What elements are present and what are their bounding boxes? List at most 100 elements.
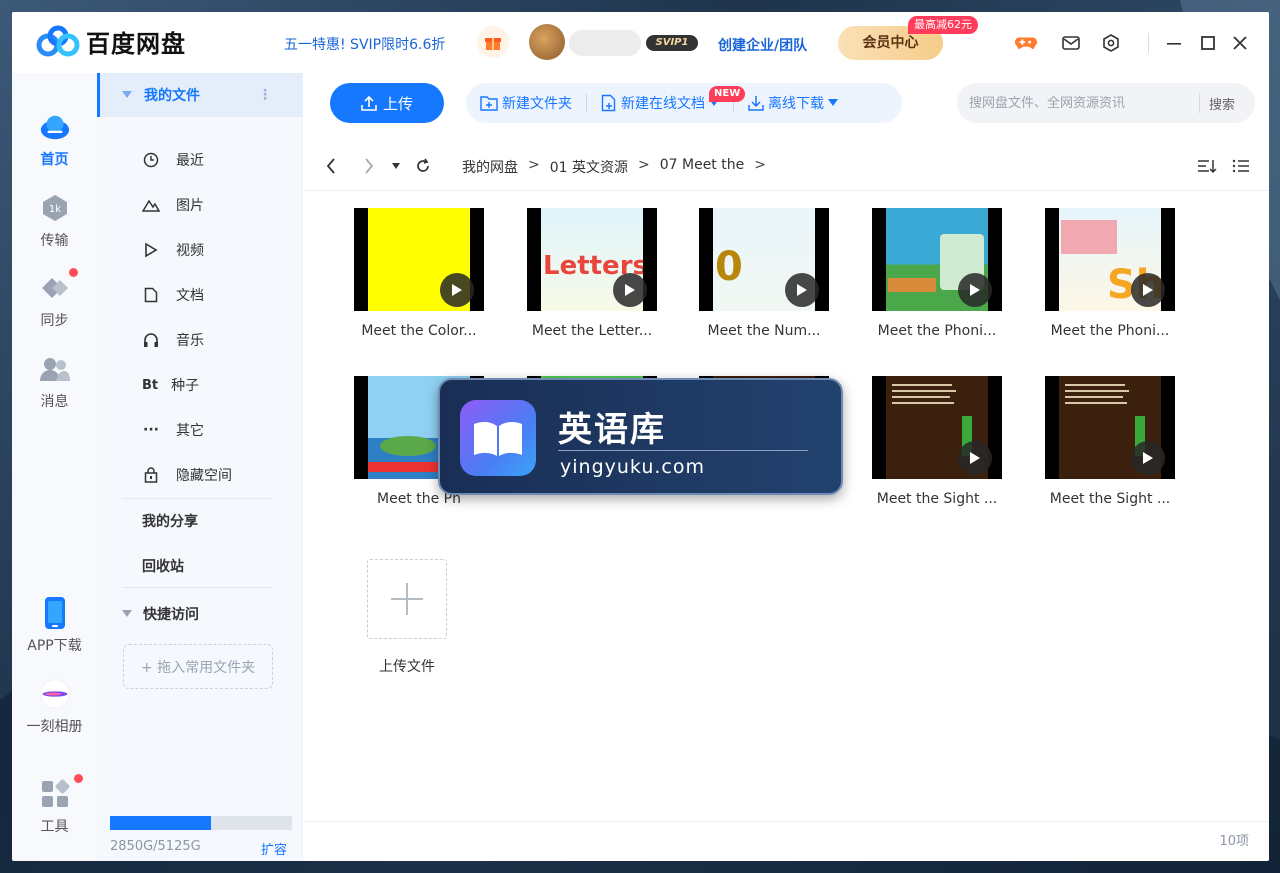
upload-file-tile[interactable] bbox=[367, 559, 447, 639]
sidebar-recycle-bin[interactable]: 回收站 bbox=[97, 544, 302, 588]
back-icon[interactable] bbox=[320, 155, 342, 177]
sidebar-item-label: 文档 bbox=[176, 288, 204, 304]
breadcrumb-separator: > bbox=[528, 157, 540, 173]
mail-icon[interactable] bbox=[1060, 32, 1082, 54]
offline-download-button[interactable]: 离线下载 bbox=[734, 83, 852, 123]
play-icon bbox=[958, 441, 992, 475]
new-folder-button[interactable]: 新建文件夹 bbox=[466, 83, 586, 123]
tools-icon bbox=[39, 778, 71, 810]
upload-button[interactable]: 上传 bbox=[330, 83, 444, 123]
username-redacted bbox=[569, 30, 641, 56]
sidebar-item-label: 视频 bbox=[176, 243, 204, 259]
search-input[interactable] bbox=[969, 95, 1199, 111]
breadcrumb-separator: > bbox=[754, 157, 766, 173]
expand-storage-link[interactable]: 扩容 bbox=[261, 839, 287, 858]
rail-album-label: 一刻相册 bbox=[26, 719, 83, 735]
maximize-icon[interactable] bbox=[1197, 32, 1219, 54]
game-icon[interactable] bbox=[1015, 32, 1037, 54]
more-icon: ··· bbox=[143, 422, 159, 438]
left-rail: 首页 1k 传输 同步 消息 APP下载 一刻相册 工具 bbox=[12, 73, 97, 861]
sidebar-item-label: 其它 bbox=[176, 423, 204, 439]
history-dropdown-icon[interactable] bbox=[389, 155, 403, 177]
upload-button-label: 上传 bbox=[382, 94, 413, 113]
rail-home[interactable]: 首页 bbox=[12, 111, 97, 169]
sidebar-item-videos[interactable]: 视频 bbox=[97, 230, 302, 270]
sidebar-item-music[interactable]: 音乐 bbox=[97, 320, 302, 360]
minimize-icon[interactable] bbox=[1163, 32, 1185, 54]
sidebar-item-label: 隐藏空间 bbox=[176, 468, 232, 484]
offline-download-label: 离线下载 bbox=[768, 96, 824, 112]
rail-album[interactable]: 一刻相册 bbox=[12, 678, 97, 736]
rail-tools[interactable]: 工具 bbox=[12, 778, 97, 836]
upload-icon bbox=[361, 95, 377, 111]
sidebar-quick-access[interactable]: 快捷访问 bbox=[97, 592, 302, 636]
item-count: 10项 bbox=[1219, 834, 1249, 849]
avatar[interactable] bbox=[529, 24, 565, 60]
rail-transfer-label: 传输 bbox=[40, 233, 69, 249]
create-team-link[interactable]: 创建企业/团队 bbox=[718, 35, 807, 55]
quick-access-label: 快捷访问 bbox=[143, 607, 199, 623]
file-name: Meet the Color... bbox=[361, 323, 477, 339]
file-tile[interactable]: Sh Meet the Phoni... bbox=[1035, 208, 1185, 339]
svip-badge: SVIP1 bbox=[646, 35, 698, 51]
sidebar-my-share[interactable]: 我的分享 bbox=[97, 499, 302, 543]
sidebar-my-files[interactable]: 我的文件 ⋮ bbox=[97, 73, 302, 117]
gift-icon[interactable] bbox=[477, 26, 509, 58]
sort-icon[interactable] bbox=[1196, 155, 1218, 177]
settings-icon[interactable] bbox=[1100, 32, 1122, 54]
close-icon[interactable] bbox=[1229, 32, 1251, 54]
sync-icon bbox=[39, 272, 71, 304]
breadcrumb-item[interactable]: 01 英文资源 bbox=[550, 157, 628, 177]
breadcrumb-item[interactable]: 07 Meet the bbox=[660, 157, 745, 177]
list-view-icon[interactable] bbox=[1230, 155, 1252, 177]
video-thumbnail: 0 bbox=[699, 208, 829, 311]
sync-notification-dot bbox=[69, 268, 78, 277]
sidebar-item-images[interactable]: 图片 bbox=[97, 185, 302, 225]
cloud-icon bbox=[39, 111, 71, 143]
storage-progress bbox=[110, 816, 292, 830]
file-tile[interactable]: Meet the Sight ... bbox=[1035, 376, 1185, 507]
book-icon bbox=[460, 400, 536, 476]
file-name: Meet the Phoni... bbox=[877, 323, 997, 339]
title-bar: 百度网盘 五一特惠! SVIP限时6.6折 SVIP1 创建企业/团队 会员中心… bbox=[12, 12, 1269, 73]
file-tile[interactable]: Meet the Color... bbox=[344, 208, 494, 339]
app-title: 百度网盘 bbox=[86, 30, 186, 58]
new-badge: NEW bbox=[709, 86, 746, 102]
breadcrumb-item[interactable]: 我的网盘 bbox=[462, 157, 518, 177]
rail-sync[interactable]: 同步 bbox=[12, 272, 97, 330]
file-tile[interactable]: Letters Meet the Letter... bbox=[517, 208, 667, 339]
refresh-icon[interactable] bbox=[412, 155, 434, 177]
forward-icon[interactable] bbox=[358, 155, 380, 177]
baidu-netdisk-logo-icon bbox=[36, 25, 80, 56]
video-thumbnail bbox=[872, 208, 1002, 311]
more-vertical-icon[interactable]: ⋮ bbox=[258, 87, 272, 103]
rail-tools-label: 工具 bbox=[40, 819, 69, 835]
promo-link[interactable]: 五一特惠! SVIP限时6.6折 bbox=[284, 34, 445, 54]
file-tile[interactable]: Meet the Phoni... bbox=[862, 208, 1012, 339]
image-icon bbox=[142, 196, 160, 214]
rail-app-download[interactable]: APP下载 bbox=[12, 597, 97, 655]
rail-transfer[interactable]: 1k 传输 bbox=[12, 192, 97, 250]
file-name: Meet the Phoni... bbox=[1050, 323, 1170, 339]
quick-access-drop-zone[interactable]: + 拖入常用文件夹 bbox=[123, 644, 273, 689]
sidebar: 我的文件 ⋮ 最近 图片 视频 文档 音乐 Bt 种子 ··· 其它 隐藏空间 … bbox=[97, 73, 303, 861]
rail-messages[interactable]: 消息 bbox=[12, 353, 97, 411]
sidebar-item-other[interactable]: ··· 其它 bbox=[97, 410, 302, 450]
search-button[interactable]: 搜索 bbox=[1209, 94, 1235, 113]
file-tile[interactable]: Meet the Sight ... bbox=[862, 376, 1012, 507]
new-folder-label: 新建文件夹 bbox=[502, 96, 572, 112]
navigation-row: 我的网盘 > 01 英文资源 > 07 Meet the > bbox=[304, 143, 1269, 191]
file-name: Meet the Letter... bbox=[531, 323, 653, 339]
breadcrumb-separator: > bbox=[638, 157, 650, 173]
caret-down-icon bbox=[122, 610, 132, 617]
sidebar-item-hidden-space[interactable]: 隐藏空间 bbox=[97, 455, 302, 495]
rail-app-download-label: APP下载 bbox=[27, 638, 82, 654]
file-name: Meet the Sight ... bbox=[876, 491, 998, 507]
sidebar-item-torrents[interactable]: Bt 种子 bbox=[97, 365, 302, 405]
sidebar-divider bbox=[122, 587, 272, 588]
doc-plus-icon bbox=[601, 94, 616, 112]
file-tile[interactable]: 0 Meet the Num... bbox=[689, 208, 839, 339]
sidebar-item-documents[interactable]: 文档 bbox=[97, 275, 302, 315]
sidebar-item-recent[interactable]: 最近 bbox=[97, 140, 302, 180]
phone-icon bbox=[39, 597, 71, 629]
